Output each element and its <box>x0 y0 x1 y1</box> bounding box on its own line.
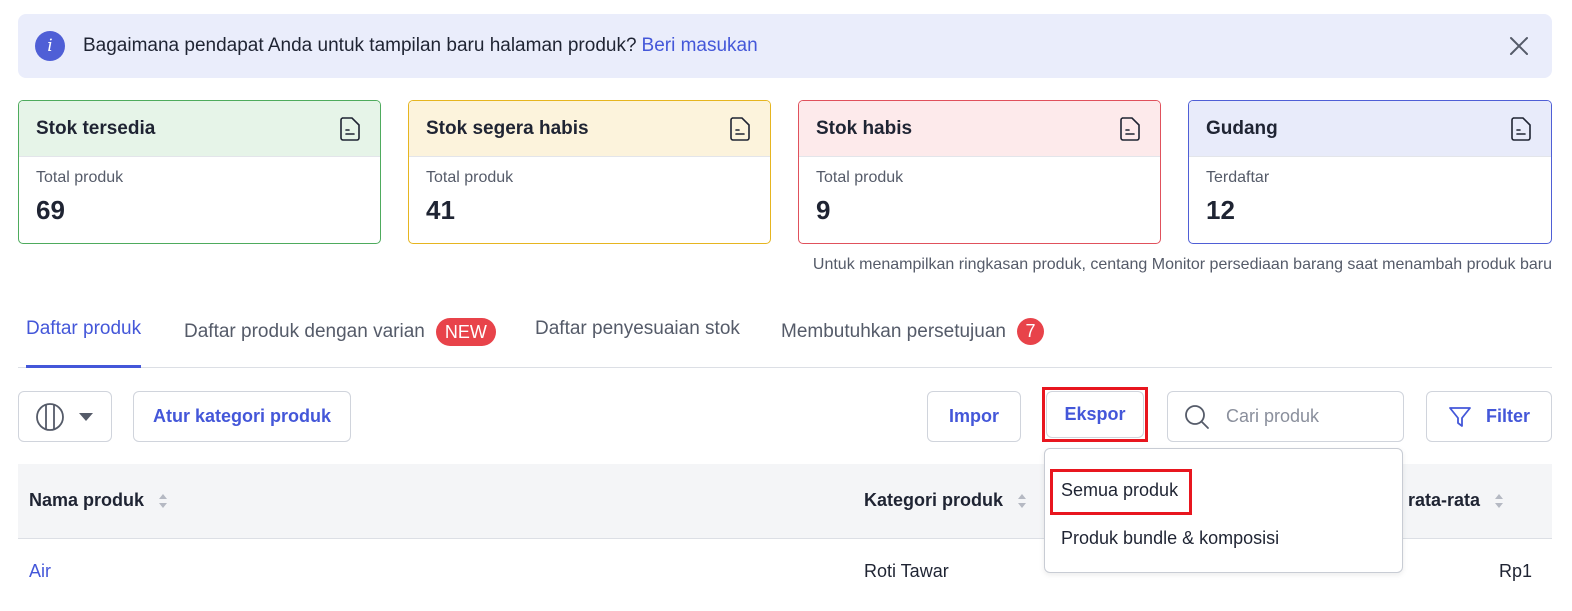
card-title: Stok segera habis <box>426 117 589 139</box>
banner-text: Bagaimana pendapat Anda untuk tampilan b… <box>83 35 637 56</box>
column-label: Kategori produk <box>864 490 1004 510</box>
columns-icon <box>36 402 64 431</box>
menu-item-produk-bundle[interactable]: Produk bundle & komposisi <box>1061 528 1279 549</box>
search-input[interactable] <box>1226 406 1386 427</box>
document-icon <box>1120 116 1140 141</box>
import-button[interactable]: Impor <box>927 391 1021 442</box>
column-label: Nama produk <box>29 490 145 510</box>
info-icon: i <box>35 31 65 61</box>
card-value: 9 <box>816 195 831 225</box>
menu-item-semua-produk[interactable]: Semua produk <box>1061 480 1178 501</box>
filter-label: Filter <box>1485 406 1530 426</box>
sort-icon <box>159 493 168 508</box>
new-badge: NEW <box>435 318 496 346</box>
document-icon <box>340 116 360 141</box>
category-button[interactable]: Atur kategori produk <box>133 391 351 442</box>
tab-penyesuaian-stok[interactable]: Daftar penyesuaian stok <box>535 318 740 340</box>
card-title: Gudang <box>1206 117 1278 139</box>
card-label: Total produk <box>816 169 904 186</box>
card-stok-habis[interactable]: Stok habis Total produk 9 <box>798 100 1161 244</box>
close-icon[interactable] <box>1508 35 1530 57</box>
card-value: 41 <box>426 195 455 225</box>
feedback-link[interactable]: Beri masukan <box>642 35 758 57</box>
card-label: Terdaftar <box>1206 169 1270 186</box>
card-value: 69 <box>36 195 65 225</box>
tab-label: Daftar penyesuaian stok <box>535 318 740 339</box>
card-label: Total produk <box>426 169 514 186</box>
card-stok-segera-habis[interactable]: Stok segera habis Total produk 41 <box>408 100 771 244</box>
filter-icon <box>1449 406 1471 427</box>
tab-daftar-produk[interactable]: Daftar produk <box>26 318 141 340</box>
export-button[interactable]: Ekspor <box>1046 391 1144 438</box>
tab-label: Daftar produk <box>26 318 142 339</box>
tab-label: Membutuhkan persetujuan <box>781 320 1006 342</box>
column-header-rata-rata[interactable]: rata-rata <box>1408 490 1504 511</box>
summary-hint: Untuk menampilkan ringkasan produk, cent… <box>812 256 1552 273</box>
column-header-nama[interactable]: Nama produk <box>29 490 168 511</box>
feedback-banner: i Bagaimana pendapat Anda untuk tampilan… <box>18 14 1552 78</box>
export-dropdown: Semua produk Produk bundle & komposisi <box>1044 448 1403 573</box>
document-icon <box>1511 116 1531 141</box>
column-header-kategori[interactable]: Kategori produk <box>864 490 1027 511</box>
product-tabs: Daftar produk Daftar produk dengan varia… <box>18 296 1552 368</box>
tab-daftar-produk-varian[interactable]: Daftar produk dengan varian NEW <box>184 318 496 346</box>
sort-icon <box>1018 493 1027 508</box>
chevron-down-icon <box>79 412 93 421</box>
column-label: rata-rata <box>1408 490 1481 510</box>
active-tab-indicator <box>26 365 141 368</box>
card-gudang[interactable]: Gudang Terdaftar 12 <box>1188 100 1552 244</box>
product-name-link[interactable]: Air <box>29 561 51 582</box>
card-title: Stok habis <box>816 117 913 139</box>
tab-label: Daftar produk dengan varian <box>184 321 425 342</box>
search-box[interactable] <box>1167 391 1404 442</box>
card-title: Stok tersedia <box>36 117 156 139</box>
column-toggle-button[interactable] <box>18 391 112 442</box>
search-icon <box>1185 404 1209 429</box>
product-category: Roti Tawar <box>864 561 949 581</box>
tab-membutuhkan-persetujuan[interactable]: Membutuhkan persetujuan 7 <box>781 318 1044 345</box>
card-stok-tersedia[interactable]: Stok tersedia Total produk 69 <box>18 100 381 244</box>
document-icon <box>730 116 750 141</box>
card-value: 12 <box>1206 195 1235 225</box>
filter-button[interactable]: Filter <box>1426 391 1552 442</box>
card-label: Total produk <box>36 169 124 186</box>
product-average-price: Rp1 <box>1499 561 1533 581</box>
count-badge: 7 <box>1016 318 1044 345</box>
sort-icon <box>1495 493 1504 508</box>
